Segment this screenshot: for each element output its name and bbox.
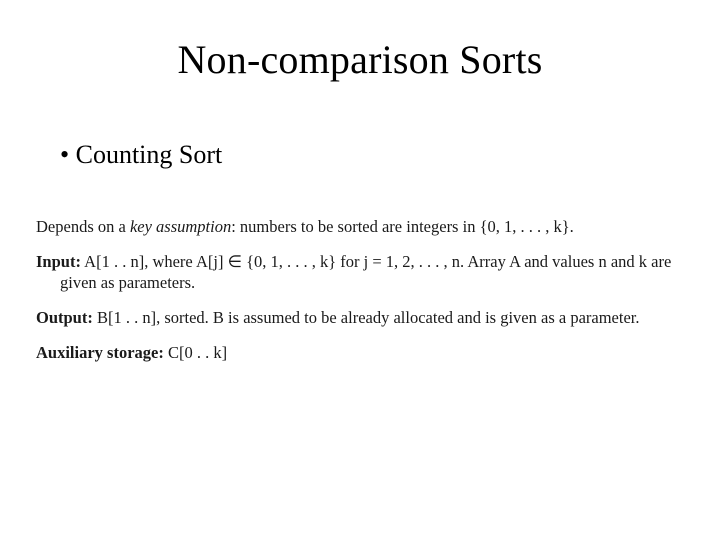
label-aux: Auxiliary storage: (36, 343, 164, 362)
def-assumption: Depends on a key assumption: numbers to … (36, 216, 684, 237)
def-aux-storage: Auxiliary storage: C[0 . . k] (36, 342, 684, 363)
key-assumption-phrase: key assumption (130, 217, 231, 236)
bullet-list: Counting Sort (60, 140, 660, 170)
text: B[1 . . n], sorted. B is assumed to be a… (93, 308, 640, 327)
definitions: Depends on a key assumption: numbers to … (36, 216, 684, 378)
text: C[0 . . k] (164, 343, 227, 362)
bullet-item: Counting Sort (60, 140, 660, 170)
label-output: Output: (36, 308, 93, 327)
def-input: Input: A[1 . . n], where A[j] ∈ {0, 1, .… (36, 251, 684, 293)
slide-title: Non-comparison Sorts (0, 36, 720, 83)
text: A[1 . . n], where A[j] ∈ {0, 1, . . . , … (60, 252, 671, 292)
text: : numbers to be sorted are integers in {… (231, 217, 574, 236)
slide: Non-comparison Sorts Counting Sort Depen… (0, 0, 720, 540)
label-input: Input: (36, 252, 81, 271)
def-output: Output: B[1 . . n], sorted. B is assumed… (36, 307, 684, 328)
text: Depends on a (36, 217, 130, 236)
